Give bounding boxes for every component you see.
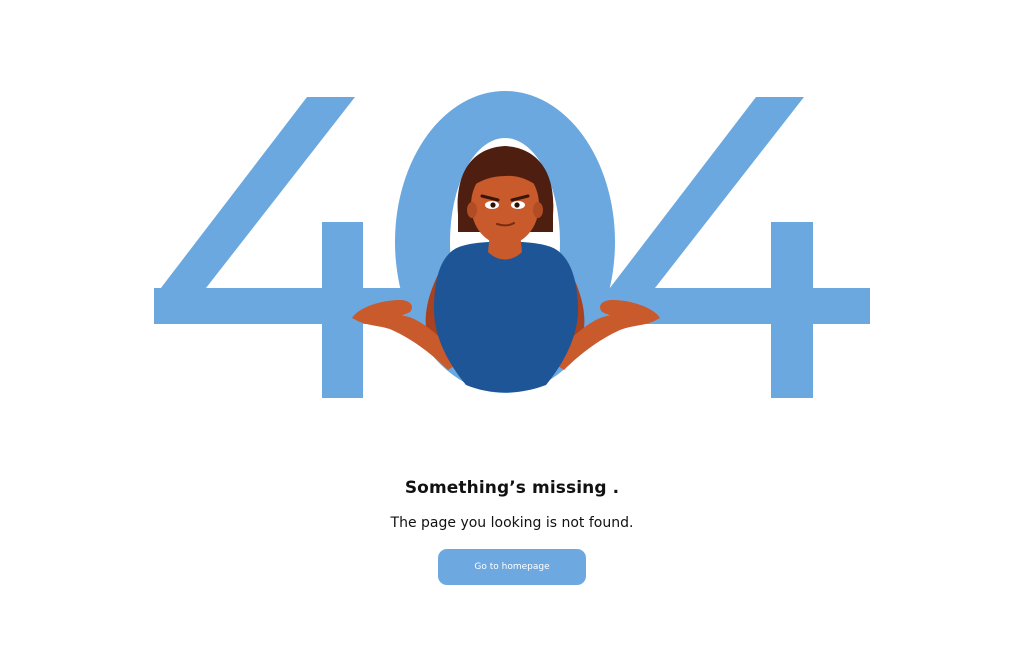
go-to-homepage-button[interactable]: Go to homepage <box>438 549 586 585</box>
error-heading: Something’s missing . <box>404 478 620 498</box>
error-404-illustration <box>154 91 870 398</box>
error-404-page: Something’s missing . The page you looki… <box>0 0 1024 650</box>
digit-four-right <box>590 97 870 398</box>
error-description: The page you looking is not found. <box>390 515 634 531</box>
